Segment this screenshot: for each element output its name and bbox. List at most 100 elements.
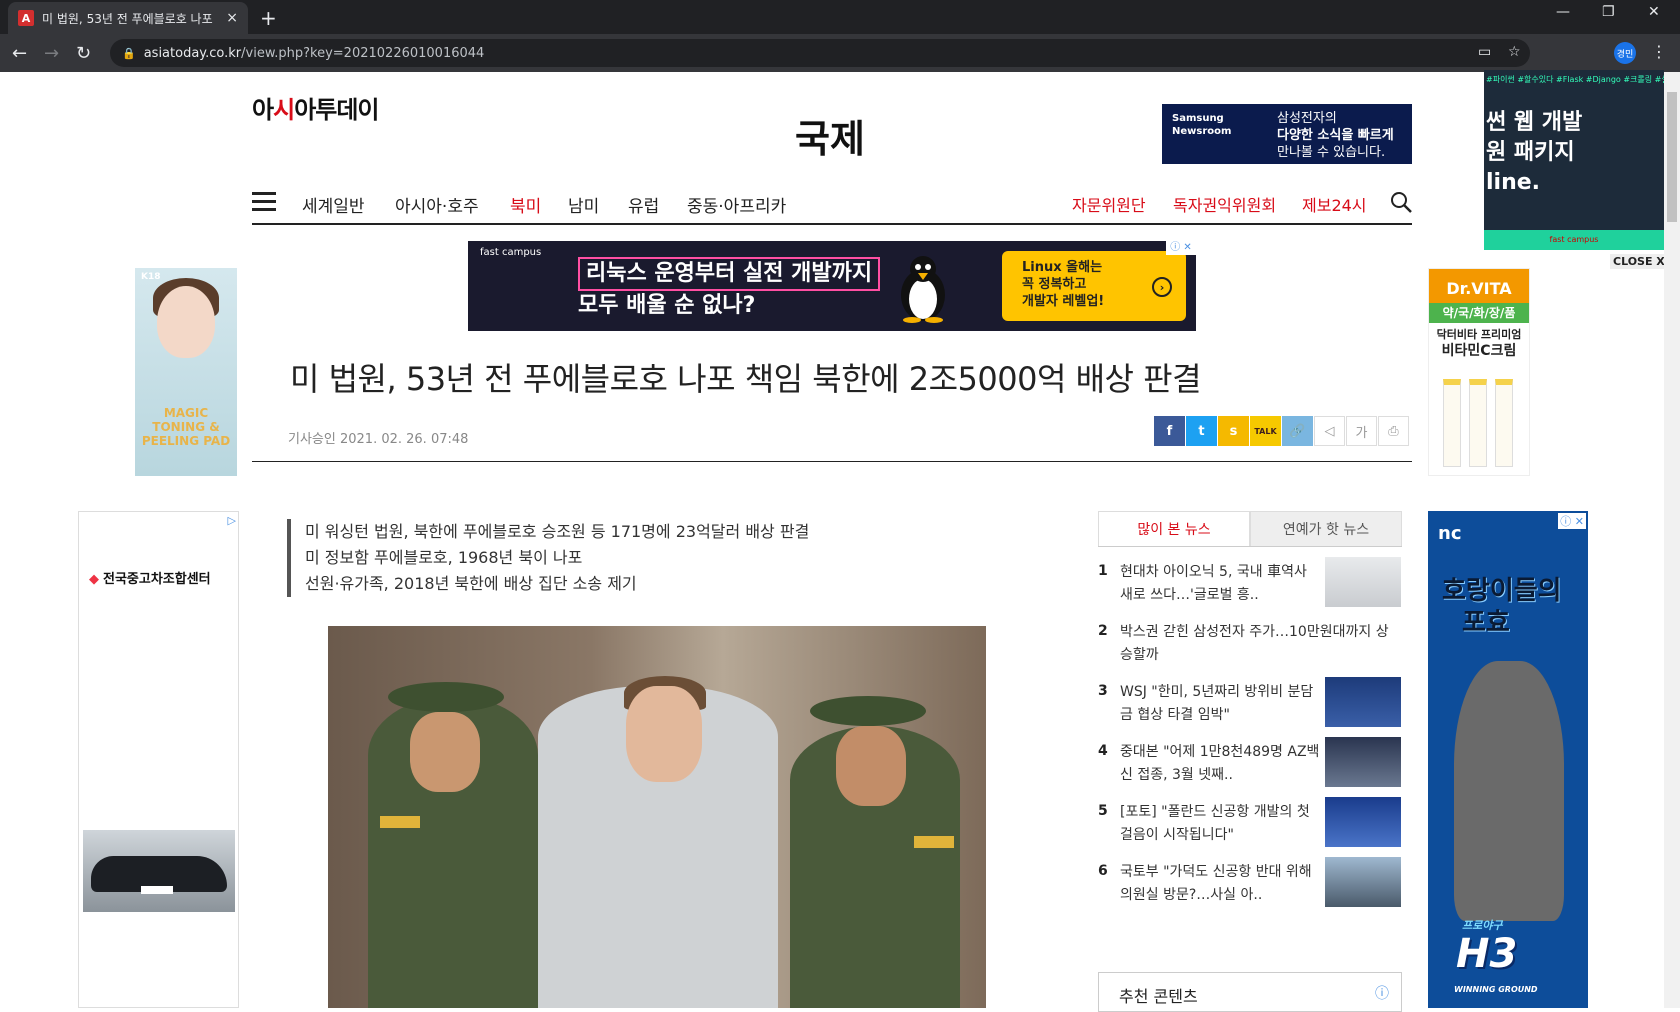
news-thumbnail[interactable] [1325,857,1401,907]
ad-headline-line: 원 패키지 [1486,140,1575,165]
new-tab-button[interactable]: + [260,6,277,30]
news-thumbnail[interactable] [1325,677,1401,727]
link-copy-icon[interactable]: 🔗 [1282,416,1313,446]
news-item[interactable]: 1 현대차 아이오닉 5, 국내 車역사 새로 쓰다…'글로벌 흥.. [1098,557,1402,617]
article-photo[interactable] [328,626,986,1008]
nav-item-south-america[interactable]: 남미 [568,192,599,217]
tab-entertainment[interactable]: 연예가 핫 뉴스 [1250,511,1402,546]
date-label: 기사승인 [288,432,336,447]
browser-tab[interactable]: A 미 법원, 53년 전 푸에블로호 나포 × [8,2,248,34]
cta-line: 꼭 정복하고 [1022,277,1087,292]
nav-report[interactable]: 제보24시 [1302,192,1367,216]
nav-item-asia[interactable]: 아시아·호주 [395,192,479,217]
forward-icon[interactable]: → [44,43,59,64]
drvita-ad-right[interactable]: Dr.VITA 약/국/화/장/품 닥터비타 프리미엄 비타민C크림 [1428,268,1530,476]
news-headline[interactable]: 현대차 아이오닉 5, 국내 車역사 새로 쓰다…'글로벌 흥.. [1120,561,1320,607]
ad-tagline: WINNING GROUND [1454,985,1538,994]
news-thumbnail[interactable] [1325,797,1401,847]
hamburger-menu-icon[interactable] [252,192,276,212]
profile-avatar[interactable]: 경민 [1614,42,1636,64]
cta-line: 개발자 레벨업! [1022,294,1105,309]
floating-ad-close-button[interactable]: CLOSE X [1610,254,1668,269]
samsung-newsroom-ad[interactable]: Samsung Newsroom 삼성전자의 다양한 소식을 빠르게 만나볼 수… [1162,104,1412,164]
news-headline[interactable]: [포토] "폴란드 신공항 개발의 첫 걸음이 시작됩니다" [1120,801,1320,847]
facebook-share-icon[interactable]: f [1154,416,1185,446]
tab-most-viewed[interactable]: 많이 본 뉴스 [1098,511,1250,546]
speaker-icon[interactable]: ◁ [1314,416,1345,446]
adchoices-icon[interactable]: ⓘ ✕ [1166,241,1196,255]
penguin-icon [901,256,945,323]
news-tabs: 많이 본 뉴스 연예가 핫 뉴스 [1098,511,1402,547]
recommended-content-header: 추천 콘텐츠 ⓘ [1098,972,1402,1012]
slogan-line: 포효 [1462,608,1510,638]
web-page: 아시아투데이 국제 Samsung Newsroom 삼성전자의 다양한 소식을… [0,70,1680,1012]
url-field[interactable]: 🔒 asiatoday.co.kr /view.php?key=20210226… [110,39,1530,67]
news-item[interactable]: 2 박스권 갇힌 삼성전자 주가…10만원대까지 상승할까 [1098,617,1402,677]
adchoices-icon[interactable]: ⓘ ✕ [1558,513,1586,529]
print-icon[interactable]: ⎙ [1378,416,1409,446]
info-icon[interactable]: ⓘ [1375,983,1389,1003]
news-list: 1 현대차 아이오닉 5, 국내 車역사 새로 쓰다…'글로벌 흥.. 2 박스… [1098,557,1402,917]
news-item[interactable]: 3 WSJ "한미, 5년짜리 방위비 분담금 협상 타결 임박" [1098,677,1402,737]
twitter-share-icon[interactable]: t [1186,416,1217,446]
browser-menu-icon[interactable]: ⋮ [1651,42,1667,61]
soldier-face [410,712,480,792]
cosmetic-ad-left[interactable]: K18 MAGIC TONING & PEELING PAD [135,268,237,476]
kakaotalk-share-icon[interactable]: TALK [1250,416,1281,446]
nav-item-europe[interactable]: 유럽 [628,192,659,217]
news-item[interactable]: 4 중대본 "어제 1만8천489명 AZ백신 접종, 3월 넷째.. [1098,737,1402,797]
lock-icon: 🔒 [122,46,136,60]
nav-item-north-america[interactable]: 북미 [510,192,541,217]
tab-close-icon[interactable]: × [226,10,238,26]
fastcampus-python-floating-ad[interactable]: #파이썬 #할수있다 #Flask #Django #크롤링 #실전 썬 웹 개… [1484,70,1664,250]
news-thumbnail[interactable] [1325,737,1401,787]
news-rank: 6 [1098,863,1108,879]
article-summary: 미 워싱턴 법원, 북한에 푸에블로호 승조원 등 171명에 23억달러 배상… [287,519,809,597]
ad-cta-button[interactable]: Linux 올해는 꼭 정복하고 개발자 레벨업! › [1002,251,1186,321]
font-size-icon[interactable]: 가 [1346,416,1377,446]
news-thumbnail[interactable] [1325,557,1401,607]
restore-icon[interactable]: ❐ [1602,4,1615,20]
diamond-logo-icon: ◆ [89,572,99,587]
back-icon[interactable]: ← [12,43,27,64]
window-close-icon[interactable]: ✕ [1648,4,1660,20]
news-headline[interactable]: 국토부 "가덕도 신공항 반대 위해 의원실 방문?…사실 아.. [1120,861,1320,907]
news-headline[interactable]: 박스권 갇힌 삼성전자 주가…10만원대까지 상승할까 [1120,621,1400,667]
news-headline[interactable]: 중대본 "어제 1만8천489명 AZ백신 접종, 3월 넷째.. [1120,741,1320,787]
logo-part1: 아 [252,96,274,124]
product-name: H3 [1456,931,1518,977]
news-item[interactable]: 5 [포토] "폴란드 신공항 개발의 첫 걸음이 시작됩니다" [1098,797,1402,857]
bookmark-star-icon[interactable]: ☆ [1508,44,1521,60]
statue-image [1454,661,1564,921]
site-favicon-icon: A [18,10,34,26]
scrollbar-thumb[interactable] [1667,92,1677,222]
ad-line: 다양한 소식을 빠르게 [1277,128,1394,143]
cast-icon[interactable]: ▭ [1478,44,1491,60]
reload-icon[interactable]: ↻ [76,43,91,64]
page-scrollbar[interactable] [1664,72,1680,1008]
cta-line: Linux 올해는 [1022,260,1103,275]
news-item[interactable]: 6 국토부 "가덕도 신공항 반대 위해 의원실 방문?…사실 아.. [1098,857,1402,917]
nav-reader-rights[interactable]: 독자권익위원회 [1173,192,1276,216]
used-car-ad[interactable]: ▷ ◆ 전국중고차조합센터 [78,511,239,1008]
ad-brand: nc [1438,523,1462,544]
nav-item-world[interactable]: 세계일반 [302,192,365,217]
soldier-cap [810,696,926,726]
man-face [626,686,702,782]
site-logo[interactable]: 아시아투데이 [252,90,380,125]
fastcampus-linux-ad[interactable]: fast campus 리눅스 운영부터 실전 개발까지 모두 배울 순 없나?… [468,241,1196,331]
product-tube-image [1443,379,1461,467]
ncsoft-h3-ad[interactable]: ⓘ ✕ nc 호랑이들의 포효 프로야구 H3 WINNING GROUND [1428,511,1588,1008]
nav-item-middle-east-africa[interactable]: 중동·아프리카 [687,192,786,217]
adchoices-icon[interactable]: ▷ [228,514,236,527]
ad-footer: fast campus [1484,230,1664,250]
ad-brand: fast campus [480,247,542,258]
search-icon[interactable] [1390,191,1412,213]
news-rank: 3 [1098,683,1108,699]
ad-headline-line: line. [1486,170,1541,195]
kakaostory-share-icon[interactable]: s [1218,416,1249,446]
nav-advisory[interactable]: 자문위원단 [1072,192,1146,216]
minimize-icon[interactable]: — [1556,4,1570,20]
news-headline[interactable]: WSJ "한미, 5년짜리 방위비 분담금 협상 타결 임박" [1120,681,1320,727]
ad-line: 삼성전자의 [1277,111,1337,126]
